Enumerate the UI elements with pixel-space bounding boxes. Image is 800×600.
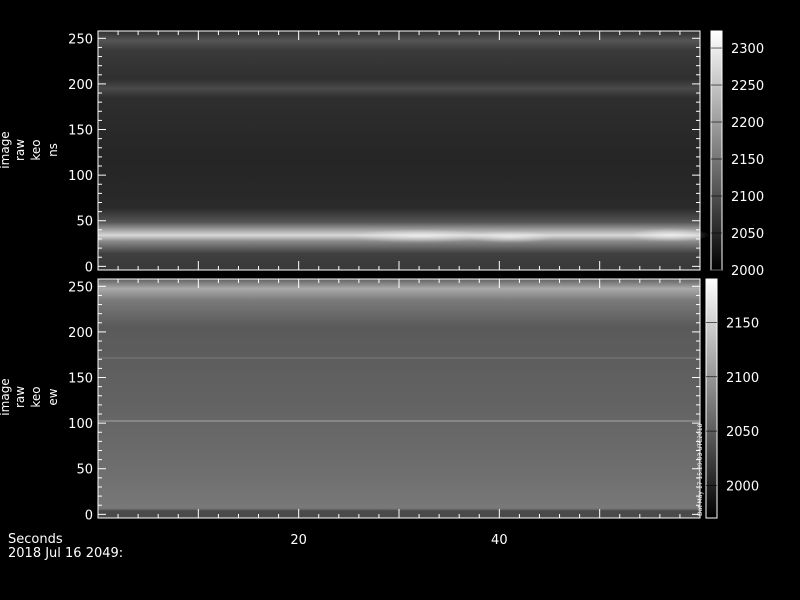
- bottom-ylabel-line: raw: [13, 386, 27, 408]
- bottom-y-tick-label: 0: [85, 508, 93, 523]
- bottom-panel: 0 50 100 150 200 250 20 40 image raw keo ew 20…: [0, 278, 759, 548]
- date-label: 2018 Jul 16 2049:: [8, 546, 123, 561]
- timestamp-stamp: Dat May 17 15:29:03 UTC2018: [697, 423, 704, 516]
- top-colorbar-tick-label: 2300: [731, 42, 764, 57]
- bottom-colorbar-tick-label: 2000: [726, 479, 759, 494]
- top-y-tick-label: 50: [76, 215, 93, 230]
- bottom-y-tick-label: 50: [76, 463, 93, 478]
- top-y-tick-label: 200: [68, 78, 93, 93]
- bottom-colorbar-tick-label: 2050: [726, 425, 759, 440]
- bottom-y-tick-label: 200: [68, 326, 93, 341]
- bottom-ylabel-line: keo: [29, 386, 43, 407]
- bottom-y-axis-label: image raw keo ew: [0, 378, 60, 415]
- bottom-y-tick-label: 250: [68, 280, 93, 295]
- top-colorbar-tick-label: 2200: [731, 116, 764, 131]
- bottom-keogram-image: [98, 279, 700, 518]
- top-ylabel-line: keo: [29, 139, 43, 160]
- top-colorbar-tick-label: 2250: [731, 79, 764, 94]
- bottom-y-tick-label: 100: [68, 417, 93, 432]
- x-tick-label: 40: [491, 533, 508, 548]
- keogram-plot: 050100150200250 image raw keo ns 2000205…: [0, 30, 764, 561]
- top-colorbar: [710, 30, 723, 271]
- top-y-tick-label: 0: [85, 260, 93, 275]
- top-colorbar-tick-label: 2000: [731, 264, 764, 279]
- bottom-colorbar-tick-label: 2150: [726, 316, 759, 331]
- bottom-ylabel-line: image: [0, 378, 12, 415]
- x-tick-label: 20: [290, 533, 307, 548]
- top-colorbar-tick-label: 2050: [731, 227, 764, 242]
- top-colorbar-tick-label: 2100: [731, 190, 764, 205]
- bottom-colorbar: [705, 278, 718, 519]
- top-y-axis-label: image raw keo ns: [0, 131, 60, 168]
- top-ylabel-line: image: [0, 131, 12, 168]
- top-ylabel-line: raw: [13, 139, 27, 161]
- top-panel: 0 50 100 150 200 250 image raw keo ns 2000 205…: [0, 30, 764, 279]
- top-ylabel-line: ns: [46, 143, 60, 157]
- keogram-figure: 0 50 100 150 200 250 image raw keo ns 2000 205…: [0, 0, 800, 600]
- top-colorbar-tick-label: 2150: [731, 153, 764, 168]
- bottom-colorbar-tick-label: 2100: [726, 371, 759, 386]
- x-axis-label: Seconds: [8, 532, 63, 547]
- top-y-tick-label: 150: [68, 124, 93, 139]
- bottom-y-tick-label: 150: [68, 372, 93, 387]
- top-bright-patch: [465, 231, 555, 243]
- top-y-tick-label: 100: [68, 169, 93, 184]
- top-y-tick-label: 250: [68, 32, 93, 47]
- bottom-ylabel-line: ew: [46, 388, 60, 405]
